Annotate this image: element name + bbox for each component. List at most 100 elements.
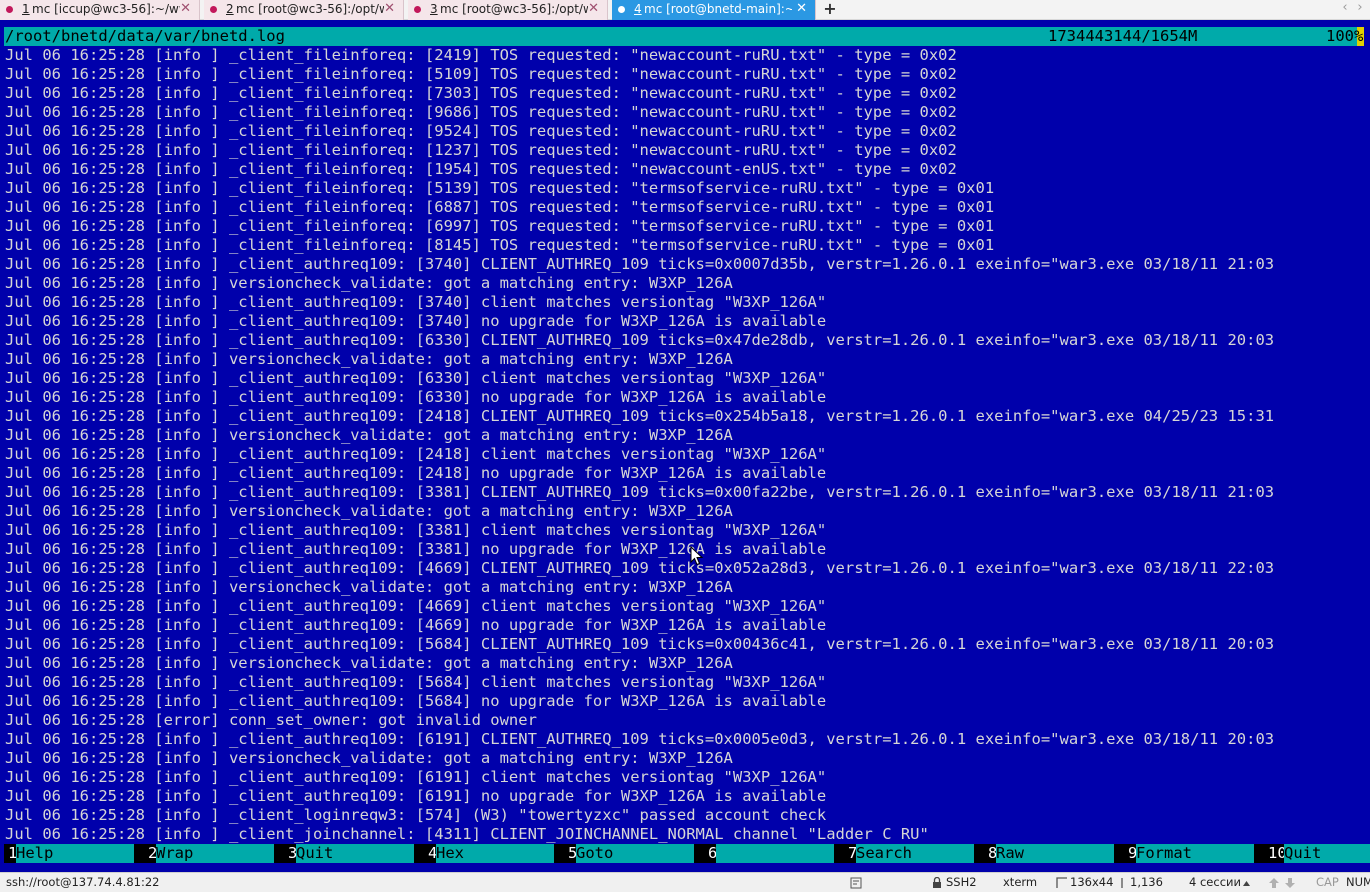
log-line: Jul 06 16:25:28 [info ] _client_authreq1… (5, 483, 1275, 501)
log-line: Jul 06 16:25:28 [info ] _client_loginreq… (5, 806, 827, 824)
log-line: Jul 06 16:25:28 [info ] versioncheck_val… (5, 578, 733, 596)
tab-session-4[interactable]: 4 mc [root@bnetd-main]:~... ✕ (612, 0, 816, 20)
viewer-header: /root/bnetd/data/var/bnetd.log 173444314… (4, 27, 1364, 46)
log-line: Jul 06 16:25:28 [info ] _client_authreq1… (5, 331, 1275, 349)
function-key-bar: 1 Help 2 Wrap 3 Quit 4 Hex 5 Goto 6 7 Search 8 Raw 9 For… (4, 844, 1370, 863)
tab-label: mc [root@wc3-56]:/opt/w... (236, 2, 384, 16)
close-icon[interactable]: ✕ (796, 0, 807, 18)
download-icon[interactable] (1284, 877, 1296, 889)
status-bar: ssh://root@137.74.4.81:22 SSH2 xterm 136… (0, 872, 1370, 892)
log-line: Jul 06 16:25:28 [info ] _client_fileinfo… (5, 103, 957, 121)
log-line: Jul 06 16:25:28 [info ] _client_authreq1… (5, 521, 827, 539)
terminal-type: xterm (1003, 875, 1038, 889)
log-line: Jul 06 16:25:28 [info ] _client_fileinfo… (5, 65, 957, 83)
fkey-10-button[interactable]: 10 Quit (1264, 844, 1370, 863)
num-lock-indicator: NUM (1346, 875, 1370, 889)
log-line: Jul 06 16:25:28 [info ] versioncheck_val… (5, 502, 733, 520)
fkey-3-button[interactable]: 3 Quit (284, 844, 414, 863)
terminal-session-icon (414, 6, 421, 13)
fkey-label: Quit (1284, 844, 1370, 863)
fkey-label: Search (856, 844, 974, 863)
log-line: Jul 06 16:25:28 [info ] _client_joinchan… (5, 825, 929, 843)
log-line: Jul 06 16:25:28 [info ] _client_authreq1… (5, 635, 1275, 653)
caps-lock-indicator: CAP (1316, 875, 1339, 889)
fkey-7-button[interactable]: 7 Search (844, 844, 974, 863)
file-path: /root/bnetd/data/var/bnetd.log (5, 27, 285, 45)
fkey-6-button[interactable]: 6 (704, 844, 834, 863)
file-position: 1734443144/1654M (1048, 27, 1198, 45)
session-count[interactable]: 4 сессии (1189, 873, 1241, 892)
log-viewer[interactable]: Jul 06 16:25:28 [info ] _client_fileinfo… (5, 46, 1365, 844)
new-tab-button[interactable]: + (822, 0, 838, 20)
log-line: Jul 06 16:25:28 [info ] _client_authreq1… (5, 692, 827, 710)
log-line: Jul 06 16:25:28 [info ] _client_authreq1… (5, 407, 1275, 425)
log-line: Jul 06 16:25:28 [info ] _client_authreq1… (5, 255, 1275, 273)
protocol: SSH2 (946, 875, 977, 889)
log-line: Jul 06 16:25:28 [info ] _client_fileinfo… (5, 84, 957, 102)
log-line: Jul 06 16:25:28 [info ] _client_authreq1… (5, 673, 827, 691)
tab-label: mc [iccup@wc3-56]:~/ww... (32, 2, 180, 16)
fkey-label: Wrap (156, 844, 274, 863)
fkey-5-button[interactable]: 5 Goto (564, 844, 694, 863)
terminal-session-icon (6, 6, 13, 13)
tab-bar: 1 mc [iccup@wc3-56]:~/ww... ✕ 2 mc [root… (0, 0, 1370, 20)
scroll-tabs-left-icon[interactable]: ‹ (1337, 0, 1353, 20)
tab-session-3[interactable]: 3 mc [root@wc3-56]:/opt/w... ✕ (408, 0, 608, 20)
log-line: Jul 06 16:25:28 [info ] _client_authreq1… (5, 787, 827, 805)
lock-icon (933, 877, 941, 888)
log-line: Jul 06 16:25:28 [info ] _client_authreq1… (5, 768, 827, 786)
fkey-9-button[interactable]: 9 Format (1124, 844, 1254, 863)
caret-up-icon (1243, 881, 1250, 886)
fkey-4-button[interactable]: 4 Hex (424, 844, 554, 863)
log-line: Jul 06 16:25:28 [info ] _client_authreq1… (5, 616, 827, 634)
fkey-2-button[interactable]: 2 Wrap (144, 844, 274, 863)
fkey-8-button[interactable]: 8 Raw (984, 844, 1114, 863)
fkey-label: Hex (436, 844, 554, 863)
log-icon (850, 877, 862, 889)
fkey-label: Quit (296, 844, 414, 863)
terminal-session-icon (618, 6, 625, 13)
tab-session-1[interactable]: 1 mc [iccup@wc3-56]:~/ww... ✕ (0, 0, 200, 20)
fkey-label: Help (16, 844, 134, 863)
fkey-label (716, 844, 834, 863)
log-line: Jul 06 16:25:28 [info ] _client_authreq1… (5, 369, 827, 387)
log-line: Jul 06 16:25:28 [info ] versioncheck_val… (5, 426, 733, 444)
scroll-percent: 100% (1326, 27, 1364, 45)
log-line: Jul 06 16:25:28 [info ] _client_fileinfo… (5, 236, 995, 254)
log-line: Jul 06 16:25:28 [info ] _client_authreq1… (5, 464, 827, 482)
close-icon[interactable]: ✕ (384, 0, 395, 18)
log-line: Jul 06 16:25:28 [info ] _client_authreq1… (5, 559, 1275, 577)
terminal-size: 136x44 (1070, 875, 1114, 889)
log-line: Jul 06 16:25:28 [info ] _client_fileinfo… (5, 217, 995, 235)
log-line: Jul 06 16:25:28 [info ] _client_authreq1… (5, 445, 827, 463)
terminal-window[interactable]: /root/bnetd/data/var/bnetd.log 173444314… (0, 20, 1370, 872)
cursor-position: 1,136 (1130, 875, 1163, 889)
log-line: Jul 06 16:25:28 [info ] _client_fileinfo… (5, 179, 995, 197)
tab-number: 1 (22, 2, 30, 16)
tab-number: 3 (430, 2, 438, 16)
fkey-label: Goto (576, 844, 694, 863)
close-icon[interactable]: ✕ (180, 0, 191, 18)
log-line: Jul 06 16:25:28 [info ] _client_fileinfo… (5, 122, 957, 140)
log-line: Jul 06 16:25:28 [info ] _client_fileinfo… (5, 160, 957, 178)
scroll-tabs-right-icon[interactable]: › (1352, 0, 1368, 20)
mouse-pointer-icon (690, 546, 704, 566)
log-line: Jul 06 16:25:28 [info ] _client_fileinfo… (5, 198, 995, 216)
log-line: Jul 06 16:25:28 [info ] versioncheck_val… (5, 654, 733, 672)
tab-session-2[interactable]: 2 mc [root@wc3-56]:/opt/w... ✕ (204, 0, 404, 20)
fkey-1-button[interactable]: 1 Help (4, 844, 134, 863)
resize-icon (1056, 877, 1067, 888)
tab-label: mc [root@bnetd-main]:~... (644, 2, 792, 16)
close-icon[interactable]: ✕ (588, 0, 599, 18)
fkey-label: Raw (996, 844, 1114, 863)
upload-icon[interactable] (1268, 877, 1280, 889)
log-line: Jul 06 16:25:28 [info ] _client_authreq1… (5, 388, 827, 406)
log-line: Jul 06 16:25:28 [info ] _client_authreq1… (5, 312, 827, 330)
tab-number: 2 (226, 2, 234, 16)
tab-number: 4 (634, 2, 642, 16)
terminal-session-icon (210, 6, 217, 13)
tab-label: mc [root@wc3-56]:/opt/w... (440, 2, 588, 16)
log-line: Jul 06 16:25:28 [info ] _client_authreq1… (5, 730, 1275, 748)
log-line: Jul 06 16:25:28 [info ] versioncheck_val… (5, 274, 733, 292)
fkey-label: Format (1136, 844, 1254, 863)
